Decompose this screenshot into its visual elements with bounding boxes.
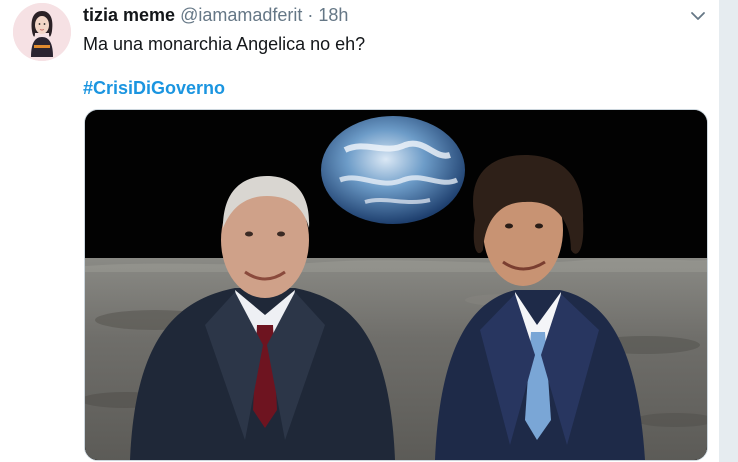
avatar[interactable]	[13, 3, 71, 61]
tweet-text: Ma una monarchia Angelica no eh?	[83, 34, 366, 54]
user-handle[interactable]: @iamamadferit	[180, 5, 302, 25]
moon-earth-photo-icon	[85, 110, 707, 460]
chevron-down-icon	[691, 12, 705, 20]
tweet-media-image[interactable]	[84, 109, 708, 461]
tweet-header: tizia meme @iamamadferit · 18h	[83, 4, 348, 26]
hashtag-link[interactable]: #CrisiDiGoverno	[83, 77, 225, 99]
avatar-illustration-icon	[13, 3, 71, 61]
tweet-menu-button[interactable]	[688, 6, 708, 26]
display-name[interactable]: tizia meme	[83, 5, 175, 25]
tweet-timestamp[interactable]: 18h	[318, 5, 348, 25]
separator-dot: ·	[307, 5, 314, 25]
earth	[321, 116, 465, 224]
tweet-card[interactable]: tizia meme @iamamadferit · 18h Ma una mo…	[0, 0, 720, 462]
